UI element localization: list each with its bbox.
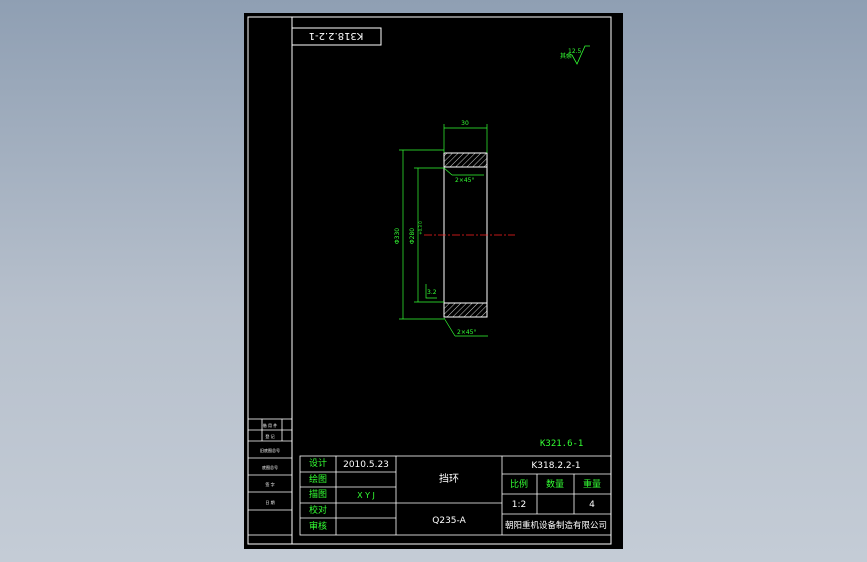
label-scale: 比例 — [510, 478, 528, 490]
left-row-3: 旧底图总号 — [260, 447, 280, 453]
trace-name: X Y J — [357, 491, 375, 500]
dim-inner-tolerance: +0.3 0 — [418, 221, 423, 235]
label-review: 审核 — [309, 520, 327, 532]
weight-value: 4 — [589, 500, 595, 510]
design-date: 2010.5.23 — [343, 460, 389, 470]
dim-width: 30 — [461, 120, 469, 127]
label-design: 设计 — [309, 457, 327, 469]
left-row-4: 底图总号 — [262, 464, 278, 470]
dim-surface-small: 3.2 — [427, 289, 437, 296]
label-check: 校对 — [309, 504, 327, 516]
label-weight: 重量 — [583, 478, 601, 490]
dim-outer-dia: Φ330 — [394, 228, 401, 244]
dim-chamfer-top: 2×45° — [455, 177, 474, 184]
scale-value: 1:2 — [512, 500, 526, 510]
part-name: 挡环 — [439, 472, 459, 485]
company-name: 朝阳重机设备制造有限公司 — [505, 520, 607, 531]
code-box-text: K318.2.2-1 — [309, 30, 364, 41]
drawing-number: K318.2.2-1 — [531, 461, 580, 471]
left-row-2: 登 记 — [265, 433, 274, 439]
dim-inner-dia: Φ280 — [409, 228, 416, 244]
label-draw: 绘图 — [309, 473, 327, 485]
assembly-code: K321.6-1 — [540, 439, 583, 449]
roughness-value: 12.5 — [568, 48, 582, 55]
section-bottom-hatch — [443, 302, 488, 318]
left-row-5: 签 字 — [265, 481, 274, 487]
label-trace: 描图 — [309, 488, 327, 500]
dim-chamfer-bottom: 2×45° — [457, 329, 476, 336]
left-row-1: 借 用 件 — [263, 422, 278, 428]
section-top-hatch — [443, 152, 488, 168]
left-row-6: 日 期 — [265, 499, 274, 505]
label-quantity: 数量 — [546, 478, 564, 490]
cad-drawing-canvas: K318.2.2-1 其余 12.5 30 2×45° Φ330 Φ280 +0… — [244, 13, 623, 549]
material: Q235-A — [432, 516, 466, 526]
